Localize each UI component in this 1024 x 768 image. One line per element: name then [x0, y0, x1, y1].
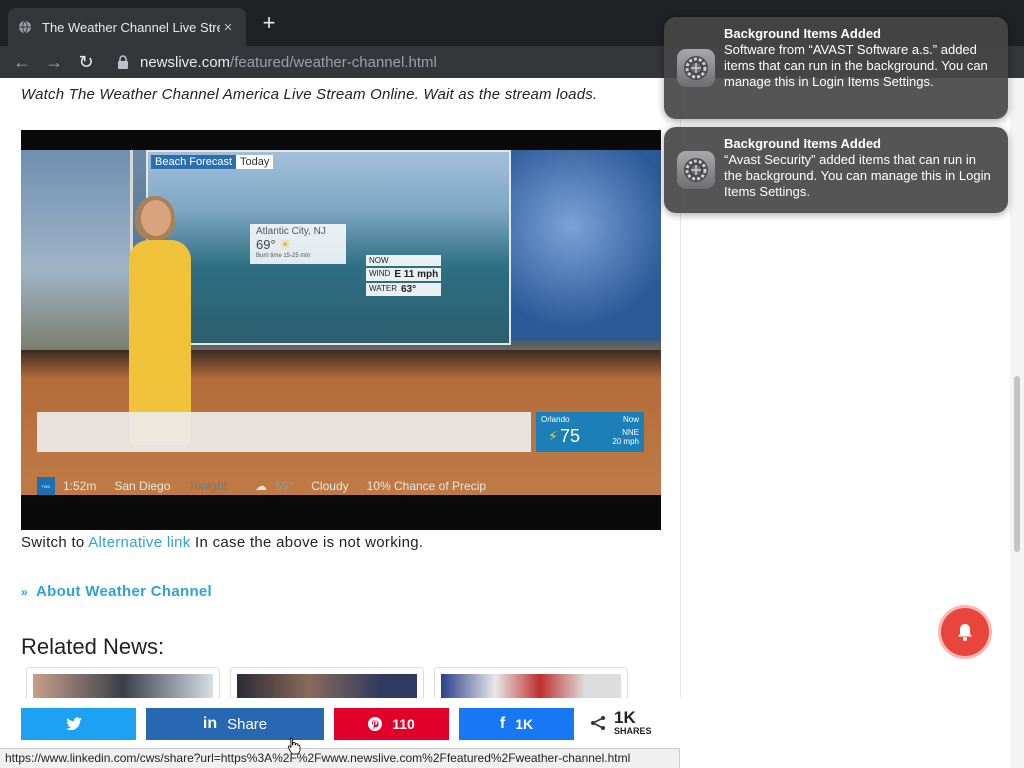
- pinterest-icon: [368, 717, 383, 731]
- switch-line: Switch to Alternative link In case the a…: [21, 534, 423, 551]
- notification-body: Software from “AVAST Software a.s.” adde…: [724, 42, 988, 89]
- scrollbar-thumb[interactable]: [1014, 376, 1020, 552]
- new-tab-button[interactable]: +: [258, 12, 280, 34]
- linkedin-label: Share: [227, 715, 268, 733]
- notification-title: Background Items Added: [724, 136, 881, 151]
- ticker-period: Tonight: [188, 479, 228, 493]
- browser-tab[interactable]: The Weather Channel Live Stre ×: [8, 8, 246, 46]
- now-label: NOW: [369, 256, 389, 265]
- lower-third-bar: [37, 412, 531, 452]
- studio-wall: [21, 150, 133, 350]
- local-now: Now: [622, 415, 639, 424]
- url-path: /featured/weather-channel.html: [230, 53, 437, 71]
- total-share-count: 1K: [614, 708, 636, 727]
- sun-icon: ☀: [279, 237, 291, 252]
- ticker-temp: 59°: [275, 479, 294, 493]
- beach-forecast-tag: Beach Forecast Today: [151, 155, 274, 169]
- weather-ticker: TWC 1:52m San Diego Tonight ☁ 59° Cloudy…: [37, 475, 647, 497]
- status-bar-url: https://www.linkedin.com/cws/share?url=h…: [0, 748, 680, 768]
- linkedin-icon: in: [202, 715, 218, 732]
- page-scrollbar[interactable]: [1010, 78, 1024, 768]
- about-link-label: About Weather Channel: [35, 583, 213, 600]
- switch-prefix: Switch to: [21, 534, 85, 551]
- reload-icon[interactable]: ↻: [70, 48, 102, 76]
- card-sub: Burn time 15-25 min: [256, 253, 311, 259]
- close-tab-icon[interactable]: ×: [220, 19, 236, 36]
- water-label: WATER: [369, 284, 397, 293]
- weather-channel-logo: TWC: [37, 477, 55, 495]
- local-weather-box: Orlando Now ⚡ 75 NNE 20 mph: [536, 412, 644, 452]
- linkedin-share-button[interactable]: in Share: [146, 708, 324, 740]
- related-news-heading: Related News:: [21, 634, 165, 659]
- notification-avast-software[interactable]: Background Items Added Software from “AV…: [664, 17, 1008, 119]
- card-temp: 69°: [256, 237, 276, 252]
- tag-day: Today: [236, 155, 274, 169]
- tag-label: Beach Forecast: [151, 155, 237, 169]
- share-icon: [591, 716, 605, 730]
- bell-icon: [958, 624, 972, 641]
- ticker-precip: 10% Chance of Precip: [366, 479, 487, 493]
- water-value: 63°: [401, 284, 417, 295]
- twitter-icon: [65, 717, 82, 731]
- wind-label: WIND: [369, 269, 391, 278]
- total-share-label: SHARES: [614, 726, 652, 736]
- cloud-icon: ☁: [255, 479, 268, 493]
- share-bar: in Share 110 f 1K 1K SHARES: [0, 698, 680, 750]
- ticker-city: San Diego: [114, 479, 171, 493]
- forecast-card: Atlantic City, NJ 69° ☀ Burn time 15-25 …: [250, 224, 346, 264]
- local-wind-dir: NNE: [622, 428, 639, 437]
- conditions-panel: NOW WIND E 11 mph WATER 63°: [366, 255, 442, 298]
- twitter-share-button[interactable]: [21, 708, 136, 740]
- studio-screen-right: [511, 150, 661, 340]
- pinterest-share-button[interactable]: 110: [334, 708, 449, 740]
- video-player[interactable]: Beach Forecast Today Atlantic City, NJ 6…: [21, 130, 661, 530]
- settings-gear-icon: [677, 49, 715, 87]
- notification-bell-button[interactable]: [941, 608, 989, 656]
- ticker-condition: Cloudy: [311, 479, 349, 493]
- ticker-time: 1:52m: [63, 479, 97, 493]
- card-city: Atlantic City, NJ: [256, 226, 326, 237]
- pinterest-count: 110: [392, 716, 415, 732]
- settings-gear-icon: [677, 151, 715, 189]
- local-wind-speed: 20 mph: [612, 437, 639, 446]
- notification-title: Background Items Added: [724, 26, 881, 41]
- tab-title: The Weather Channel Live Stre: [42, 19, 220, 35]
- about-weather-channel-link[interactable]: » About Weather Channel: [21, 583, 212, 600]
- presenter: [121, 196, 211, 445]
- total-shares: 1K SHARES: [590, 708, 652, 736]
- wind-value: E 11 mph: [394, 269, 439, 280]
- facebook-icon: f: [499, 715, 506, 732]
- double-chevron-icon: »: [21, 584, 28, 599]
- local-temp: 75: [560, 426, 581, 446]
- lock-icon: [118, 55, 128, 69]
- url-domain: newslive.com: [140, 53, 231, 71]
- globe-icon: [19, 20, 31, 34]
- address-bar[interactable]: newslive.com/featured/weather-channel.ht…: [108, 48, 748, 76]
- notification-avast-security[interactable]: Background Items Added “Avast Security” …: [664, 127, 1008, 213]
- alternative-link[interactable]: Alternative link: [88, 534, 190, 551]
- notification-body: “Avast Security” added items that can ru…: [724, 152, 991, 199]
- switch-suffix: In case the above is not working.: [195, 534, 424, 551]
- hand-cursor-icon: [287, 737, 301, 755]
- facebook-share-button[interactable]: f 1K: [459, 708, 574, 740]
- back-arrow-icon[interactable]: ←: [6, 48, 38, 76]
- facebook-count: 1K: [515, 716, 534, 732]
- lightning-icon: ⚡: [548, 428, 558, 444]
- intro-text: Watch The Weather Channel America Live S…: [21, 86, 598, 103]
- forward-arrow-icon[interactable]: →: [38, 48, 70, 76]
